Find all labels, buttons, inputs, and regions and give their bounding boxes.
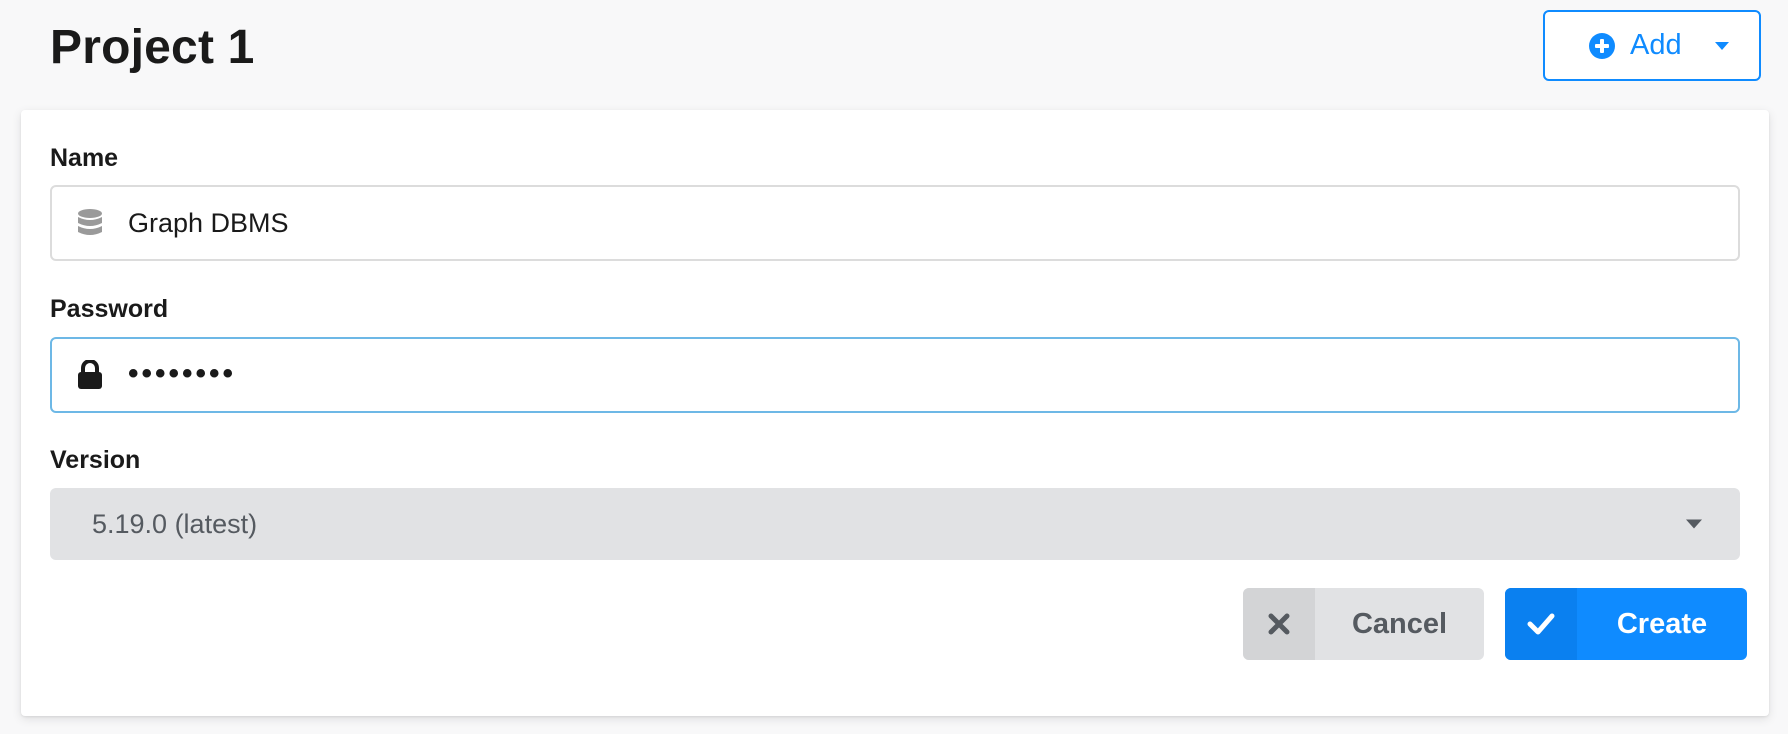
create-dbms-form: Name Graph DBMS Password •••••••• Versio… [21,110,1769,716]
lock-icon [52,339,128,411]
chevron-down-icon [1686,519,1702,529]
version-select[interactable]: 5.19.0 (latest) [50,488,1740,560]
create-button[interactable]: Create [1505,588,1747,660]
create-button-label: Create [1616,607,1708,640]
password-input-value: •••••••• [128,357,237,390]
name-field[interactable]: Graph DBMS [50,185,1740,261]
password-field[interactable]: •••••••• [50,337,1740,413]
cancel-button[interactable]: Cancel [1243,588,1484,660]
plus-circle-icon [1589,32,1615,59]
close-icon [1243,588,1315,660]
chevron-down-icon [1714,41,1729,50]
add-button-label: Add [1630,29,1682,61]
version-label: Version [50,446,141,474]
version-selected-value: 5.19.0 (latest) [92,508,258,539]
name-input-value: Graph DBMS [128,207,289,238]
add-dropdown-button[interactable]: Add [1543,10,1761,81]
check-icon [1505,588,1577,660]
cancel-button-label: Cancel [1351,607,1448,640]
page: Project 1 Add Name Graph DBMS Password •… [0,0,1788,734]
database-icon [52,187,128,259]
password-label: Password [50,295,169,323]
name-label: Name [50,144,119,172]
page-title: Project 1 [50,21,255,74]
